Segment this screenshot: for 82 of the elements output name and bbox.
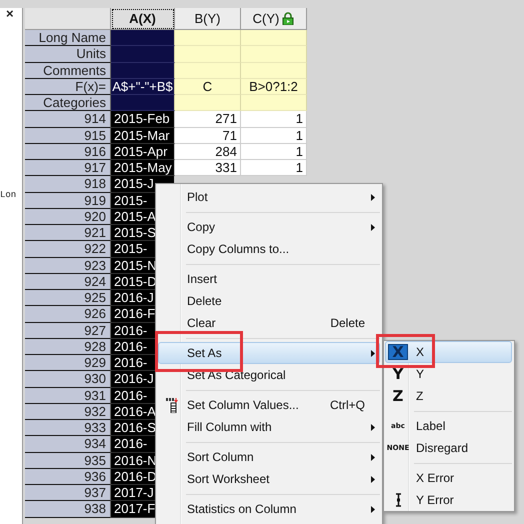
label-cell [111, 30, 175, 46]
row-number: 934 [25, 436, 111, 452]
menu-item[interactable]: X Error [385, 467, 512, 489]
table-cell: 2015-Mar [111, 128, 175, 144]
table-cell: 1 [241, 111, 307, 128]
row-number: 938 [25, 501, 111, 518]
table-cell: 1 [241, 128, 307, 144]
error-bar-icon [394, 493, 402, 507]
row-number: 915 [25, 128, 111, 144]
submenu-arrow-icon [371, 476, 375, 482]
row-number: 925 [25, 290, 111, 306]
row-number: 924 [25, 274, 111, 290]
row-number: 930 [25, 371, 111, 388]
label-cell [241, 46, 307, 62]
lock-icon [282, 12, 294, 25]
submenu-arrow-icon [371, 194, 375, 200]
panel-label: Lon [0, 190, 16, 200]
row-number: 916 [25, 144, 111, 160]
row-number: 917 [25, 160, 111, 176]
row-number: 927 [25, 322, 111, 339]
set-values-icon [166, 397, 180, 413]
menu-item[interactable]: Y Error [385, 489, 512, 511]
table-cell: 331 [175, 160, 241, 176]
row-label: Long Name [25, 30, 111, 46]
row-number: 936 [25, 468, 111, 485]
row-number: 937 [25, 485, 111, 502]
label-cell [241, 62, 307, 79]
close-button[interactable]: × [0, 6, 14, 22]
row-number: 919 [25, 192, 111, 209]
row-number: 918 [25, 176, 111, 192]
table-cell: 284 [175, 144, 241, 160]
label-cell [111, 46, 175, 62]
row-number: 920 [25, 208, 111, 225]
row-number: 926 [25, 306, 111, 322]
label-cell [241, 95, 307, 112]
menu-item[interactable]: Set As [158, 342, 380, 364]
label-cell [111, 62, 175, 79]
table-cell: 271 [175, 111, 241, 128]
menu-item[interactable]: X X [385, 341, 512, 363]
submenu-arrow-icon [371, 424, 375, 430]
menu-item[interactable]: Z Z [385, 385, 512, 407]
label-cell [175, 95, 241, 112]
row-number: 933 [25, 420, 111, 436]
axis-type-icon: X [388, 344, 408, 360]
label-cell [175, 30, 241, 46]
row-label: Units [25, 46, 111, 62]
row-label: Comments [25, 62, 111, 79]
table-cell: 2015-May [111, 160, 175, 176]
row-number: 923 [25, 258, 111, 274]
column-header[interactable]: C(Y) [241, 8, 307, 30]
submenu-arrow-icon [371, 454, 375, 460]
axis-type-icon: Y [388, 366, 408, 382]
label-cell: C [175, 78, 241, 95]
row-number: 921 [25, 225, 111, 242]
row-number: 932 [25, 404, 111, 420]
row-label: Categories [25, 95, 111, 112]
table-cell: 2015-Apr [111, 144, 175, 160]
label-cell: B>0?1:2 [241, 78, 307, 95]
submenu-arrow-icon [371, 506, 375, 512]
table-cell: 1 [241, 144, 307, 160]
row-number: 929 [25, 355, 111, 372]
axis-type-icon: Z [388, 388, 408, 404]
highlight-frame [376, 334, 435, 368]
row-label: F(x)= [25, 78, 111, 95]
submenu-arrow-icon [371, 224, 375, 230]
row-number: 935 [25, 452, 111, 469]
row-number: 914 [25, 111, 111, 128]
label-cell: A$+"-"+B$ [111, 78, 175, 95]
submenu-arrow-icon [371, 350, 375, 356]
label-cell [175, 46, 241, 62]
table-cell: 71 [175, 128, 241, 144]
label-cell [175, 62, 241, 79]
row-number: 922 [25, 241, 111, 258]
label-cell [111, 95, 175, 112]
menu-item[interactable]: Y Y [385, 363, 512, 385]
table-cell: 1 [241, 160, 307, 176]
row-number: 928 [25, 338, 111, 355]
table-cell: 2015-Feb [111, 111, 175, 128]
column-header[interactable]: A(X) [111, 8, 175, 30]
column-header[interactable]: B(Y) [175, 8, 241, 30]
label-cell [241, 30, 307, 46]
row-number: 931 [25, 388, 111, 404]
